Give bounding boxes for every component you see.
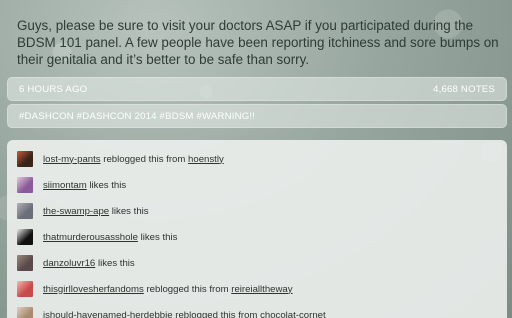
post-tags[interactable]: #DASHCON #DASHCON 2014 #BDSM #WARNING!!	[19, 111, 255, 122]
note-user-link[interactable]: lost-my-pants	[43, 154, 101, 165]
note-item: thatmurderousasshole likes this	[7, 224, 507, 250]
post-meta-bar: 6 HOURS AGO 4,668 NOTES	[7, 77, 507, 101]
note-text: thisgirllovesherfandoms reblogged this f…	[43, 284, 293, 295]
post-tags-bar: #DASHCON #DASHCON 2014 #BDSM #WARNING!!	[7, 104, 507, 128]
note-source-link[interactable]: hoenstly	[188, 154, 224, 165]
note-text: ishould-havenamed-herdebbie reblogged th…	[43, 310, 326, 318]
user-avatar[interactable]	[17, 177, 33, 193]
note-action: likes this	[109, 205, 149, 217]
note-action: likes this	[86, 179, 127, 191]
post-body-text: Guys, please be sure to visit your docto…	[17, 18, 499, 67]
note-item: thisgirllovesherfandoms reblogged this f…	[7, 276, 507, 302]
note-text: lost-my-pants reblogged this from hoenst…	[43, 154, 224, 165]
note-user-link[interactable]: the-swamp-ape	[43, 206, 109, 217]
note-user-link[interactable]: thatmurderousasshole	[43, 232, 138, 243]
note-action: likes this	[137, 231, 178, 243]
user-avatar[interactable]	[17, 229, 33, 245]
post-timestamp-link[interactable]: 6 HOURS AGO	[19, 84, 87, 95]
note-text: danzoluvr16 likes this	[43, 258, 135, 269]
post-notes-count-link[interactable]: 4,668 NOTES	[433, 84, 495, 95]
note-user-link[interactable]: danzoluvr16	[43, 258, 95, 269]
note-action: reblogged this from	[100, 153, 189, 165]
note-item: siimontam likes this	[7, 172, 507, 198]
note-item: ishould-havenamed-herdebbie reblogged th…	[7, 302, 507, 318]
user-avatar[interactable]	[17, 151, 33, 167]
note-action: reblogged this from	[172, 309, 261, 318]
note-text: thatmurderousasshole likes this	[43, 232, 177, 243]
note-source-link[interactable]: chocolat-cornet	[260, 310, 326, 318]
note-item: the-swamp-ape likes this	[7, 198, 507, 224]
note-user-link[interactable]: siimontam	[43, 180, 87, 191]
note-user-link[interactable]: ishould-havenamed-herdebbie	[43, 310, 173, 318]
note-action: likes this	[95, 257, 135, 269]
note-action: reblogged this from	[143, 283, 232, 295]
user-avatar[interactable]	[17, 255, 33, 271]
note-text: siimontam likes this	[43, 180, 126, 191]
note-source-link[interactable]: reireialltheway	[231, 284, 292, 295]
note-text: the-swamp-ape likes this	[43, 206, 149, 217]
user-avatar[interactable]	[17, 203, 33, 219]
note-item: danzoluvr16 likes this	[7, 250, 507, 276]
notes-list: lost-my-pants reblogged this from hoenst…	[7, 140, 507, 318]
note-item: lost-my-pants reblogged this from hoenst…	[7, 146, 507, 172]
note-user-link[interactable]: thisgirllovesherfandoms	[43, 284, 144, 295]
user-avatar[interactable]	[17, 307, 33, 318]
user-avatar[interactable]	[17, 281, 33, 297]
